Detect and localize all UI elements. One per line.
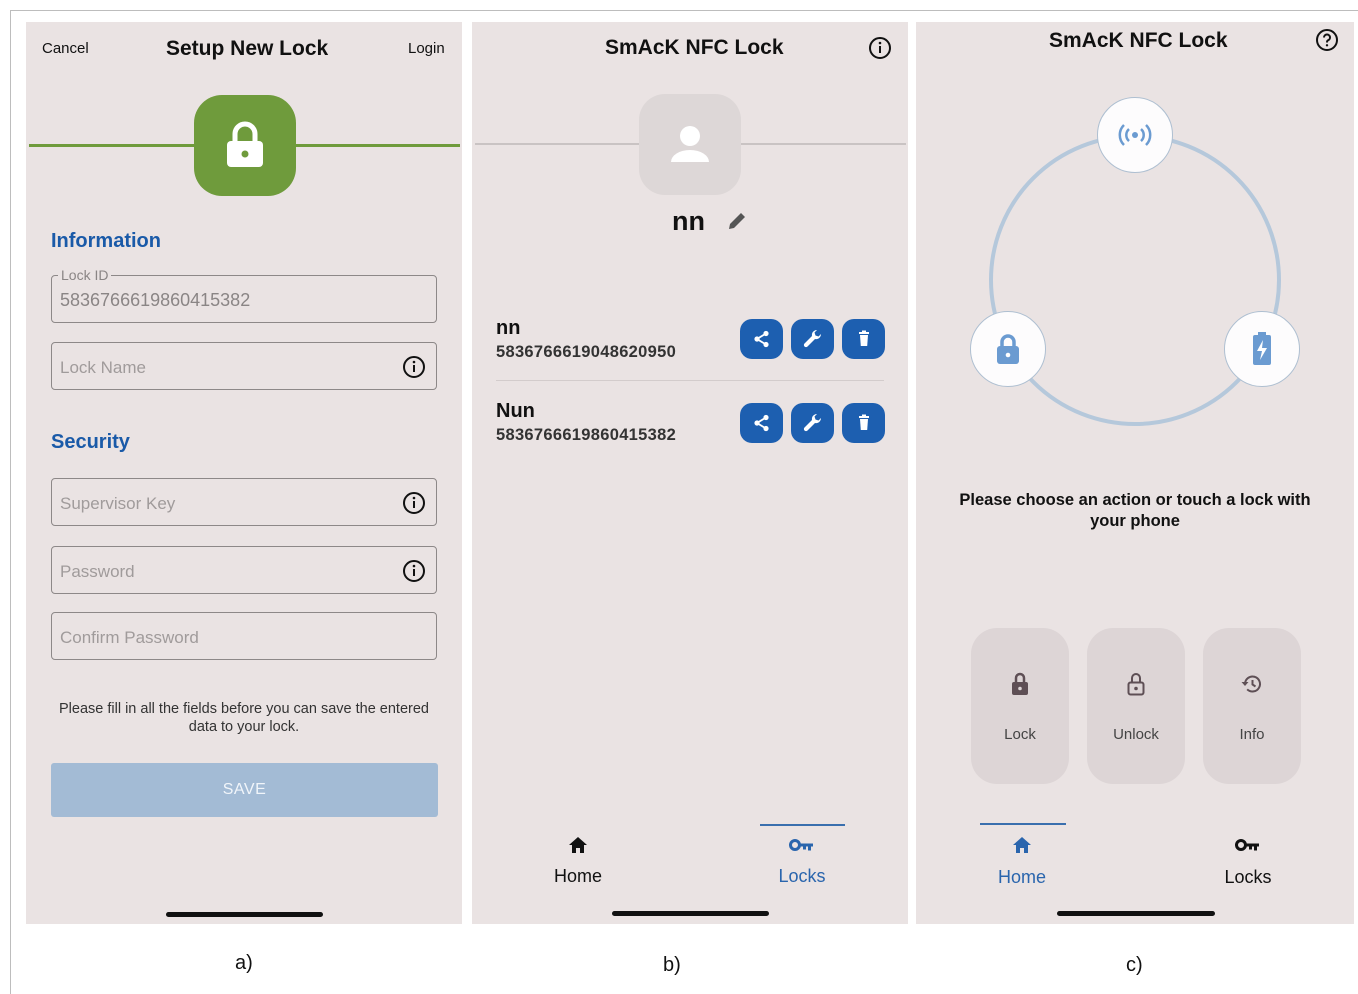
lock-id-field: Lock ID 5836766619860415382 [51, 267, 437, 323]
lock-icon [997, 334, 1019, 364]
info-icon[interactable] [402, 559, 426, 583]
info-icon[interactable] [402, 355, 426, 379]
lock-action-button[interactable]: Lock [971, 628, 1069, 784]
figure-frame-top [10, 10, 1358, 11]
battery-charging-icon [1253, 332, 1271, 365]
nfc-node[interactable] [1097, 97, 1173, 173]
lock-node[interactable] [970, 311, 1046, 387]
tab-home[interactable]: Home [972, 834, 1072, 894]
progress-line-left [29, 144, 195, 147]
share-button[interactable] [740, 403, 783, 443]
key-icon [1235, 839, 1259, 851]
lock-open-icon [1127, 673, 1145, 696]
tab-locks[interactable]: Locks [752, 834, 852, 894]
divider-right [741, 143, 906, 145]
home-indicator [1057, 911, 1215, 916]
lock-name: Nun [496, 400, 535, 422]
home-icon [569, 837, 587, 853]
delete-button[interactable] [842, 319, 885, 359]
confirm-password-placeholder: Confirm Password [60, 628, 199, 647]
unlock-action-label: Unlock [1113, 726, 1159, 743]
edit-pencil-icon[interactable] [726, 210, 748, 232]
battery-node[interactable] [1224, 311, 1300, 387]
security-heading: Security [51, 431, 130, 453]
avatar [639, 94, 741, 195]
tab-home-label: Home [553, 866, 602, 886]
progress-line-right [295, 144, 460, 147]
profile-name: nn [672, 206, 705, 236]
tab-home[interactable]: Home [528, 834, 628, 894]
history-icon [1241, 675, 1261, 693]
active-tab-indicator [980, 823, 1066, 825]
lock-name-field[interactable]: Lock Name [51, 342, 437, 390]
wrench-icon [803, 329, 821, 348]
lock-closed-icon [1012, 672, 1028, 695]
info-icon[interactable] [402, 491, 426, 515]
password-placeholder: Password [60, 562, 135, 581]
panel-setup-new-lock: Cancel Setup New Lock Login Information … [26, 22, 462, 924]
info-action-button[interactable]: Info [1203, 628, 1301, 784]
home-icon [1013, 837, 1031, 853]
lock-id-label: Lock ID [58, 267, 112, 283]
person-icon [671, 126, 709, 162]
wrench-icon [803, 413, 821, 432]
information-heading: Information [51, 230, 161, 252]
caption-a: a) [235, 952, 253, 974]
page-title: Setup New Lock [166, 37, 329, 60]
supervisor-key-field[interactable]: Supervisor Key [51, 478, 437, 526]
share-button[interactable] [740, 319, 783, 359]
unlock-action-button[interactable]: Unlock [1087, 628, 1185, 784]
tab-locks-label: Locks [1224, 867, 1272, 887]
password-field[interactable]: Password [51, 546, 437, 594]
info-action-label: Info [1239, 726, 1265, 743]
divider-left [475, 143, 639, 145]
trash-icon [858, 414, 869, 430]
cancel-button[interactable]: Cancel [42, 40, 89, 57]
lock-id: 5836766619048620950 [496, 343, 677, 361]
key-icon [789, 839, 813, 851]
nfc-signal-icon [1118, 124, 1152, 146]
active-tab-indicator [760, 824, 845, 826]
help-icon[interactable] [1315, 28, 1339, 52]
share-icon [753, 330, 769, 348]
caption-b: b) [663, 954, 681, 976]
lock-name-placeholder: Lock Name [60, 358, 146, 377]
panel-locks-list: SmAcK NFC Lock nn nn 5836766619048620950 [472, 22, 908, 924]
app-title: SmAcK NFC Lock [605, 36, 784, 59]
trash-icon [858, 330, 869, 346]
app-title: SmAcK NFC Lock [1049, 29, 1228, 52]
delete-button[interactable] [842, 403, 885, 443]
tab-locks-label: Locks [778, 866, 826, 886]
lock-action-label: Lock [1004, 726, 1036, 743]
list-divider [496, 380, 884, 381]
home-indicator [166, 912, 323, 917]
save-button[interactable]: SAVE [51, 763, 438, 817]
tab-home-label: Home [997, 867, 1046, 887]
lock-icon [227, 121, 263, 167]
lock-name: nn [496, 317, 521, 339]
tab-locks[interactable]: Locks [1198, 834, 1298, 894]
settings-button[interactable] [791, 319, 834, 359]
helper-text: Please fill in all the fields before you… [59, 701, 429, 735]
supervisor-key-placeholder: Supervisor Key [60, 494, 176, 513]
lock-id-value: 5836766619860415382 [60, 290, 251, 310]
info-icon[interactable] [868, 36, 892, 60]
share-icon [753, 414, 769, 432]
settings-button[interactable] [791, 403, 834, 443]
figure-frame-left [10, 10, 11, 994]
lock-id: 5836766619860415382 [496, 426, 677, 444]
confirm-password-field[interactable]: Confirm Password [51, 612, 437, 660]
home-indicator [612, 911, 769, 916]
instruction-text: Please choose an action or touch a lock … [959, 491, 1311, 530]
caption-c: c) [1126, 954, 1143, 976]
lock-badge [194, 95, 296, 196]
panel-home: SmAcK NFC Lock Please choose an action o… [916, 22, 1354, 924]
action-ring [989, 134, 1281, 426]
login-button[interactable]: Login [408, 40, 445, 57]
